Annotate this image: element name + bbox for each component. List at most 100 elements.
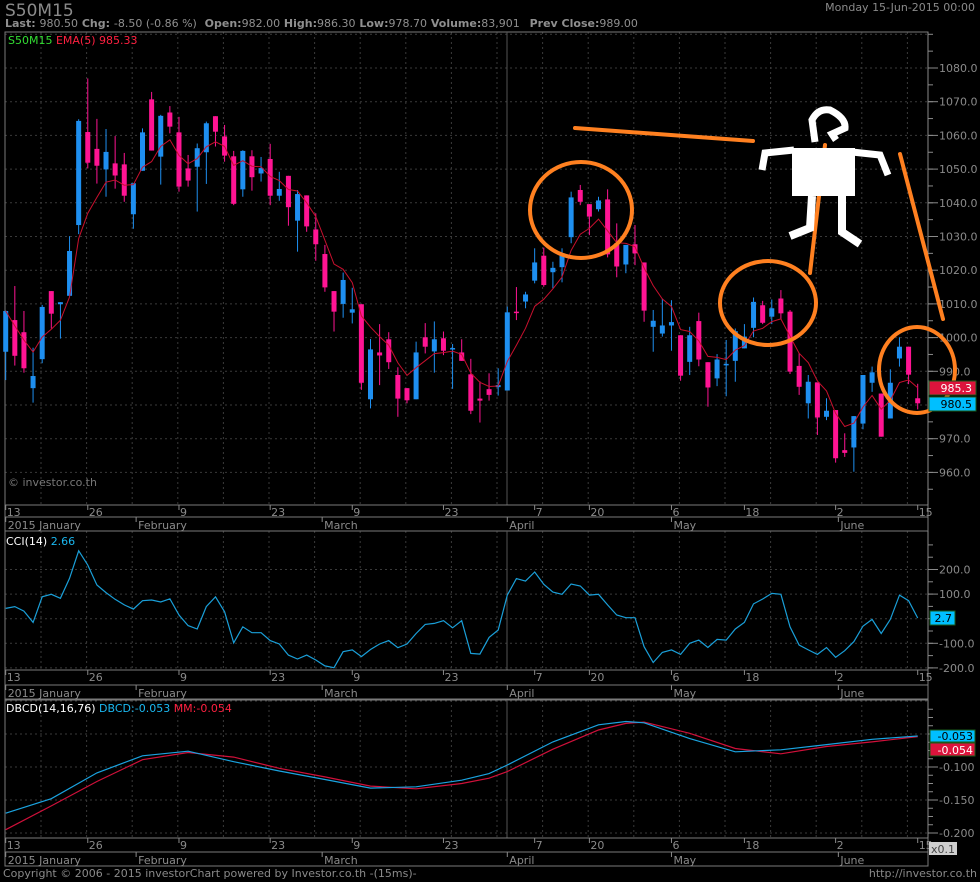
candle[interactable] [222, 124, 228, 162]
candle[interactable] [504, 306, 510, 391]
candle-body [605, 199, 611, 255]
watermark: © investor.co.th [8, 476, 97, 489]
candle[interactable] [577, 184, 583, 206]
candle[interactable] [240, 150, 246, 197]
candle[interactable] [149, 91, 155, 151]
candle[interactable] [769, 299, 775, 325]
candle[interactable] [887, 369, 893, 419]
candle[interactable] [824, 398, 829, 421]
candle-body [650, 320, 656, 327]
candle[interactable] [377, 324, 383, 386]
candle[interactable] [431, 321, 437, 373]
candle[interactable] [130, 183, 136, 229]
candle[interactable] [368, 338, 373, 409]
footer-url[interactable]: http://investor.co.th [869, 867, 977, 880]
day-tick-label: 9 [353, 506, 360, 519]
candle[interactable] [678, 335, 684, 381]
day-tick-label: 9 [180, 671, 187, 684]
candle[interactable] [614, 223, 620, 278]
candle[interactable] [340, 272, 346, 318]
candle[interactable] [349, 287, 355, 324]
candle[interactable] [185, 154, 191, 187]
candle[interactable] [413, 341, 419, 400]
candle[interactable] [632, 225, 638, 266]
candle-body [532, 262, 538, 281]
candle[interactable] [705, 362, 711, 407]
candle[interactable] [586, 204, 592, 236]
month-tick-label: May [673, 854, 696, 867]
candle[interactable] [395, 367, 401, 417]
candle[interactable] [605, 189, 611, 258]
candle[interactable] [833, 410, 839, 463]
candle[interactable] [422, 323, 428, 354]
candle[interactable] [194, 143, 200, 212]
candle[interactable] [85, 78, 91, 169]
candle[interactable] [906, 346, 912, 385]
candle[interactable] [896, 337, 902, 367]
candles[interactable] [3, 78, 921, 472]
candle[interactable] [176, 116, 182, 192]
candle[interactable] [477, 381, 483, 423]
dbcd-value: DBCD:-0.053 [99, 702, 170, 715]
candle[interactable] [878, 393, 884, 437]
candle[interactable] [295, 189, 301, 252]
candle[interactable] [513, 287, 519, 321]
scale-button[interactable]: x0.1 [929, 842, 957, 856]
candle[interactable] [231, 150, 237, 206]
candle-body [824, 410, 829, 417]
candle[interactable] [167, 106, 173, 134]
candle[interactable] [623, 244, 629, 274]
candle[interactable] [860, 375, 866, 430]
candle[interactable] [650, 309, 656, 352]
footer-copyright: Copyright © 2006 - 2015 investorChart po… [3, 867, 417, 880]
candle[interactable] [249, 150, 255, 191]
candle[interactable] [723, 339, 729, 397]
chg-value: -8.50 (-0.86 %) [114, 17, 197, 30]
y-tick-label: -200.0 [939, 662, 974, 675]
candle[interactable] [76, 119, 82, 235]
candle[interactable] [851, 416, 857, 472]
candle[interactable] [103, 128, 109, 197]
candle[interactable] [94, 118, 100, 184]
candle[interactable] [203, 121, 209, 184]
candle[interactable] [687, 326, 693, 376]
candle[interactable] [541, 247, 547, 287]
candle[interactable] [550, 261, 556, 289]
candle[interactable] [285, 175, 291, 226]
candle-body [149, 99, 155, 151]
candle-body [641, 262, 647, 311]
candle[interactable] [714, 354, 720, 387]
candle[interactable] [468, 358, 474, 415]
candle[interactable] [121, 152, 127, 202]
candle[interactable] [39, 304, 45, 364]
candle[interactable] [331, 291, 337, 332]
candle[interactable] [842, 433, 848, 457]
candle[interactable] [140, 128, 145, 171]
candle[interactable] [796, 353, 802, 395]
candle[interactable] [48, 291, 54, 329]
candle[interactable] [532, 248, 538, 284]
candle-body [3, 310, 9, 352]
candle[interactable] [805, 375, 811, 419]
candle[interactable] [440, 331, 446, 356]
candle[interactable] [358, 304, 364, 390]
day-tick-label: 26 [89, 506, 103, 519]
candle[interactable] [814, 382, 820, 435]
candle[interactable] [778, 290, 784, 320]
candle-body [596, 200, 601, 210]
candle[interactable] [322, 244, 328, 292]
mm-value: MM:-0.054 [174, 702, 232, 715]
candle[interactable] [869, 366, 875, 392]
open-label: Open: [205, 17, 242, 30]
day-tick-label: 6 [672, 839, 679, 852]
candle[interactable] [30, 347, 36, 403]
candle[interactable] [404, 388, 410, 404]
stock-chart[interactable]: S50M15 Monday 15-Jun-2015 00:00 Last: 98… [0, 0, 980, 882]
candle[interactable] [523, 291, 529, 309]
day-tick-label: 26 [89, 839, 103, 852]
candle[interactable] [3, 310, 9, 381]
candle-body [778, 298, 784, 314]
candle[interactable] [568, 191, 574, 244]
candle[interactable] [276, 171, 282, 201]
candle[interactable] [596, 196, 601, 212]
